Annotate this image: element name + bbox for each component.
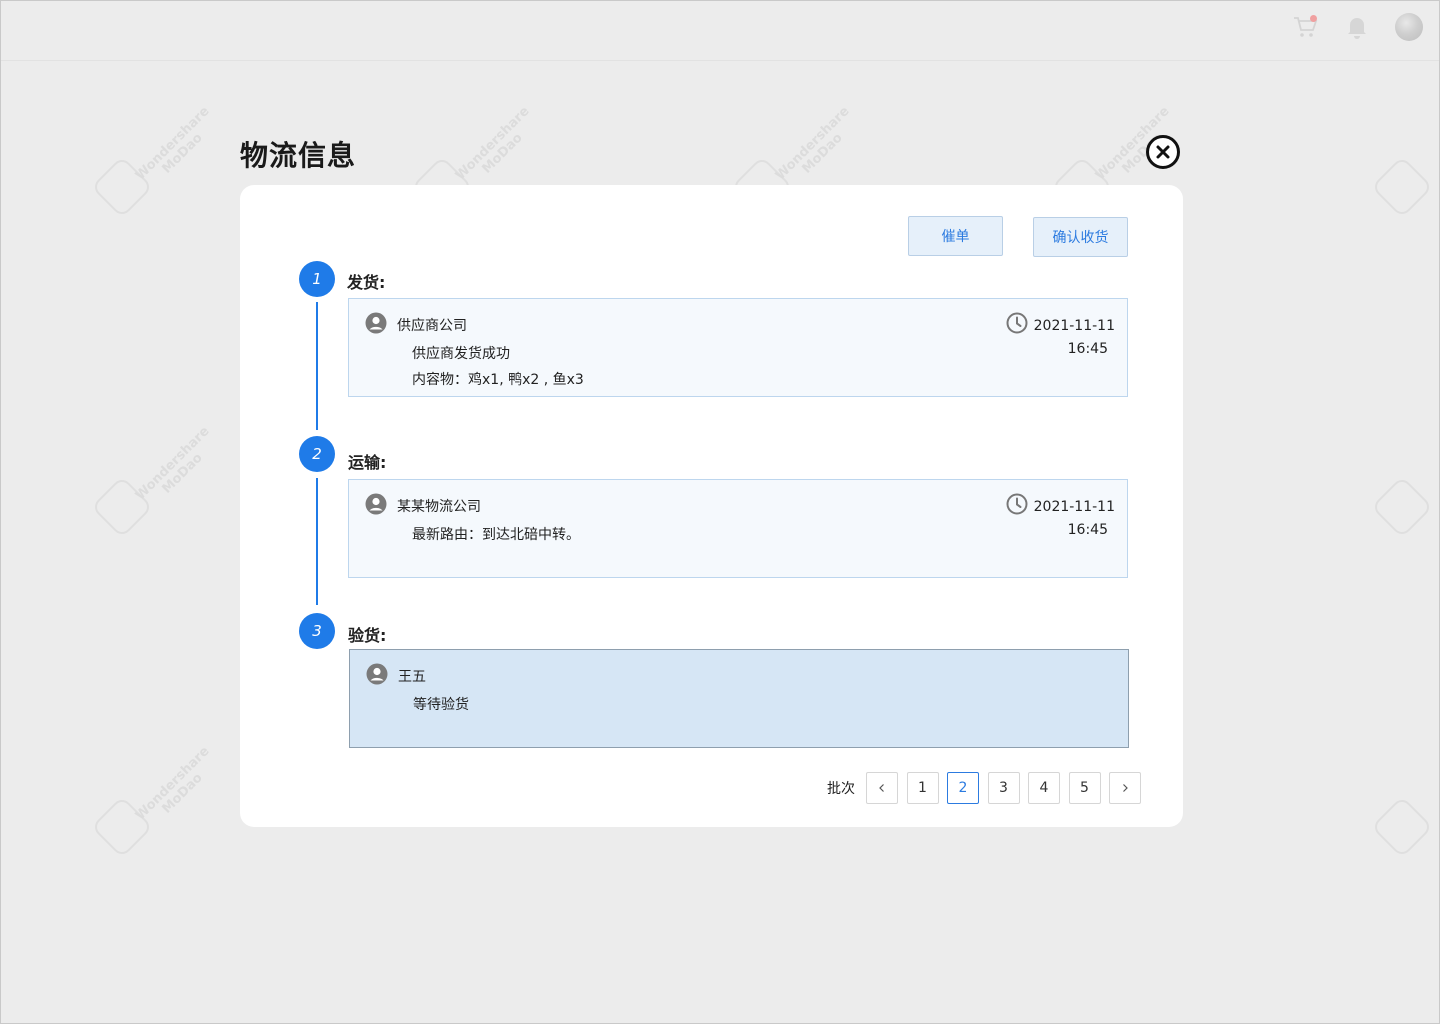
timestamp-date: 2021-11-11 — [1033, 318, 1115, 334]
step-detail: 最新路由：到达北碚中转。 — [412, 527, 580, 543]
person-name: 供应商公司 — [397, 318, 467, 334]
top-bar — [1, 1, 1439, 61]
step-detail: 供应商发货成功 — [412, 346, 510, 362]
person-name: 王五 — [398, 669, 426, 685]
step-connector — [316, 302, 318, 430]
step-timestamp: 2021-11-11 16:45 — [1034, 496, 1115, 542]
step-card-ship: 供应商公司 供应商发货成功 内容物：鸡x1, 鸭x2 , 鱼x3 2021-11… — [348, 298, 1128, 397]
cart-icon[interactable] — [1291, 13, 1319, 41]
step-label-ship: 发货: — [347, 273, 386, 292]
bell-icon[interactable] — [1343, 13, 1371, 41]
step-detail: 内容物：鸡x1, 鸭x2 , 鱼x3 — [412, 372, 584, 388]
step-person: 王五 — [366, 663, 426, 689]
step-person: 供应商公司 — [365, 312, 467, 338]
pager-page-2[interactable]: 2 — [947, 772, 979, 804]
pager-page-3[interactable]: 3 — [987, 772, 1020, 804]
page-title: 物流信息 — [240, 139, 357, 172]
step-label-transport: 运输: — [348, 453, 387, 472]
top-icons — [1291, 13, 1423, 41]
step-detail: 等待验货 — [413, 697, 469, 713]
timestamp-time: 16:45 — [1067, 522, 1108, 538]
step-timestamp: 2021-11-11 16:45 — [1034, 315, 1115, 361]
clock-icon — [1006, 312, 1028, 338]
logistics-card: 催单 确认收货 1 发货: 供应商公司 供应商发货成功 内容物：鸡x1, 鸭x2… — [240, 185, 1183, 827]
user-circle-icon — [366, 663, 388, 689]
pager-label: 批次 — [827, 781, 855, 797]
step-card-inspect: 王五 等待验货 — [349, 649, 1129, 748]
step-person: 某某物流公司 — [365, 493, 481, 519]
user-circle-icon — [365, 312, 387, 338]
step-label-inspect: 验货: — [348, 626, 387, 645]
step-number-2: 2 — [299, 436, 335, 472]
clock-icon — [1006, 493, 1028, 519]
cart-badge-dot — [1310, 15, 1317, 22]
timestamp-time: 16:45 — [1067, 341, 1108, 357]
step-connector — [316, 478, 318, 605]
chevron-left-icon — [879, 784, 884, 792]
pager-page-1[interactable]: 1 — [906, 772, 939, 804]
confirm-receipt-button[interactable]: 确认收货 — [1033, 217, 1128, 257]
step-number-1: 1 — [299, 261, 335, 297]
batch-pager: 批次 1 2 3 4 5 — [827, 772, 1150, 804]
urge-order-button[interactable]: 催单 — [908, 216, 1003, 256]
pager-page-4[interactable]: 4 — [1028, 772, 1060, 804]
user-avatar[interactable] — [1395, 13, 1423, 41]
close-icon[interactable] — [1146, 135, 1180, 169]
timestamp-date: 2021-11-11 — [1033, 499, 1115, 515]
user-circle-icon — [365, 493, 387, 519]
chevron-right-icon — [1123, 784, 1128, 792]
pager-next-button[interactable] — [1109, 772, 1141, 804]
step-card-transport: 某某物流公司 最新路由：到达北碚中转。 2021-11-11 16:45 — [348, 479, 1128, 578]
step-number-3: 3 — [299, 613, 335, 649]
pager-prev-button[interactable] — [866, 772, 898, 804]
pager-page-5[interactable]: 5 — [1068, 772, 1101, 804]
person-name: 某某物流公司 — [397, 499, 481, 515]
